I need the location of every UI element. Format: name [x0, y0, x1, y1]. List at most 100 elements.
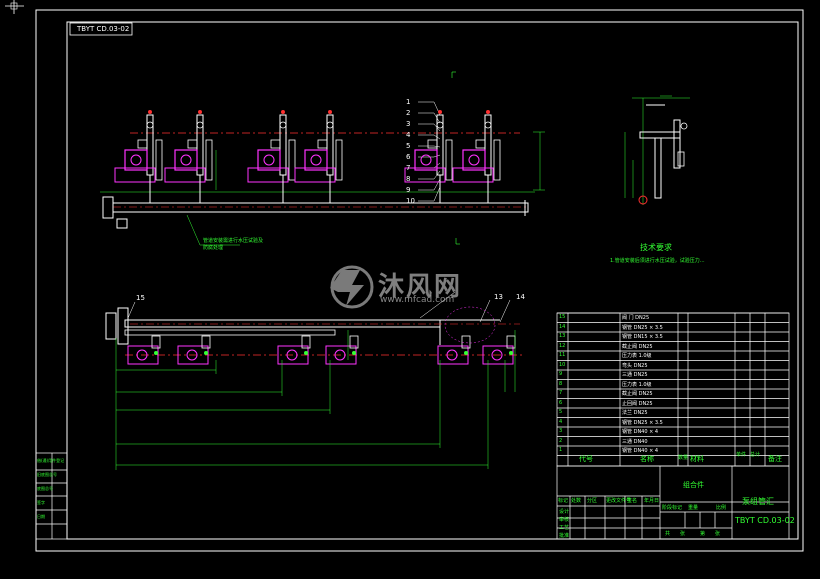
balloon-9: 9	[406, 186, 411, 194]
header-pipe	[112, 202, 529, 213]
tech-requirements-note: 1.管道安装后须进行水压试验，试验压力...	[610, 258, 705, 264]
tb-label-3: 分区	[587, 498, 598, 504]
tech-requirements-title: 技术要求	[640, 243, 672, 252]
watermark-logo	[330, 265, 374, 309]
bom-row-no: 2	[559, 437, 563, 444]
bom-row-no: 7	[559, 390, 563, 396]
side-view	[624, 95, 690, 205]
bom-grid	[556, 312, 790, 467]
bom-header-material: 材料	[690, 455, 704, 463]
tb-sheet-3: 第	[700, 531, 706, 537]
bom-row-no: 10	[559, 361, 566, 368]
stamp-item-4: 签字	[37, 500, 45, 505]
tb-label-6: 年月日	[644, 498, 660, 504]
bom-row-no: 15	[559, 314, 566, 320]
bom-row-name: 三通 DN40	[622, 438, 648, 445]
bom-row-no: 12	[559, 342, 566, 349]
balloon-15: 15	[136, 294, 145, 302]
leader-note-line	[186, 214, 201, 246]
header-support	[116, 218, 128, 229]
bom-row-no: 3	[559, 428, 563, 434]
header-flange-left	[102, 196, 114, 219]
tb-label-2: 处数	[571, 498, 582, 504]
pump-unit-3	[247, 110, 296, 203]
front-view	[100, 71, 545, 246]
bom-row-name: 钢管 DN40 × 4	[622, 429, 659, 435]
tb-sheet-1: 共	[665, 531, 671, 537]
bom-header-total: 总计	[750, 452, 761, 458]
watermark-url: www.mfcad.com	[380, 295, 455, 305]
bom-row-no: 14	[559, 323, 566, 330]
balloon-6: 6	[406, 153, 411, 161]
bom-row-no: 13	[559, 333, 566, 339]
plan-pipe-upper	[124, 319, 441, 328]
leader-note: 管道安装需进行水压试验及防腐处理	[203, 238, 264, 251]
tb-sheet-4: 张	[715, 531, 721, 537]
stamp-item-5: 日期	[37, 514, 45, 519]
balloon-8: 8	[406, 175, 411, 183]
bom-row-name: 弯头 DN25	[622, 362, 648, 369]
bom-row-no: 1	[559, 447, 563, 453]
stamp-item-1: 借(通)用件登记	[37, 458, 65, 463]
bom-header-remark: 备注	[768, 455, 782, 463]
tb-approve-2: 审核	[559, 517, 570, 523]
plan-pump-4	[325, 335, 359, 365]
tb-label-5: 签名	[627, 498, 638, 504]
plan-pump-2	[177, 335, 211, 365]
plan-view	[105, 291, 525, 470]
bom-row-name: 截止阀 DN25	[622, 343, 653, 350]
pump-unit-1	[114, 110, 163, 203]
balloon-5: 5	[406, 142, 411, 150]
pump-unit-6	[452, 110, 501, 203]
left-stamp-grid	[35, 452, 68, 540]
bom-row-no: 6	[559, 399, 563, 406]
bom-row-name: 截止阀 DN25	[622, 391, 653, 397]
bom-row-no: 11	[559, 352, 566, 358]
plan-pump-3	[277, 335, 311, 365]
pump-units-plan	[127, 335, 516, 365]
balloon-1: 1	[406, 98, 411, 106]
bom-row-name: 三通 DN25	[622, 372, 648, 378]
balloon-10: 10	[406, 197, 415, 205]
plan-pump-5	[437, 335, 471, 365]
tb-scale-1: 阶段标记	[662, 505, 683, 511]
drawing-canvas: TBYT CD.03-02 技术要求 1.管道安装后须进行水压试验，试验压力..…	[0, 0, 820, 579]
top-drawing-number: TBYT CD.03-02	[77, 25, 130, 33]
plan-pump-6	[482, 335, 516, 365]
balloon-13: 13	[494, 293, 503, 301]
tb-approve-1: 设计	[559, 509, 570, 515]
drawing-number: TBYT CD.03-02	[735, 516, 795, 525]
bom-row-name: 压力表 1.0级	[622, 381, 652, 388]
bom-row-name: 钢管 DN15 × 3.5	[622, 334, 663, 340]
bom-row-name: 压力表 1.0级	[622, 353, 652, 359]
balloon-4: 4	[406, 131, 411, 139]
balloon-14: 14	[516, 293, 525, 301]
stamp-item-3: 底图总号	[37, 486, 53, 491]
balloon-7: 7	[406, 164, 411, 172]
bom-header-name: 名称	[640, 455, 654, 463]
pump-unit-4	[294, 110, 343, 203]
bom-header-no: 代号	[579, 455, 593, 463]
drawing-title: 泵组管汇	[742, 497, 774, 506]
pump-unit-2	[164, 110, 213, 203]
bom-header-qty: 数量	[678, 455, 689, 461]
bom-row-no: 5	[559, 409, 563, 415]
tb-sheet-2: 张	[680, 531, 686, 537]
bom-row-no: 4	[559, 418, 563, 425]
bom-row-name: 阀 门 DN25	[622, 315, 650, 321]
bom-row-name: 止回阀 DN25	[622, 400, 653, 407]
tb-scale-2: 重量	[688, 505, 699, 511]
balloon-2: 2	[406, 109, 411, 117]
pump-units-top	[114, 110, 501, 203]
stamp-item-2: 旧底图总号	[37, 472, 57, 477]
plan-pump-1	[127, 335, 161, 365]
bom-row-name: 法兰 DN25	[622, 410, 648, 416]
bom-row-name: 钢管 DN25 × 3.5	[622, 324, 663, 331]
bom-header-single: 单件	[736, 452, 747, 458]
balloon-3: 3	[406, 120, 411, 128]
bom-row-name: 钢管 DN40 × 4	[622, 448, 659, 454]
bom-row-no: 8	[559, 380, 563, 387]
tb-approve-4: 批准	[559, 533, 570, 539]
tb-approve-3: 工艺	[559, 525, 570, 531]
tb-label-1: 标记	[558, 498, 569, 504]
